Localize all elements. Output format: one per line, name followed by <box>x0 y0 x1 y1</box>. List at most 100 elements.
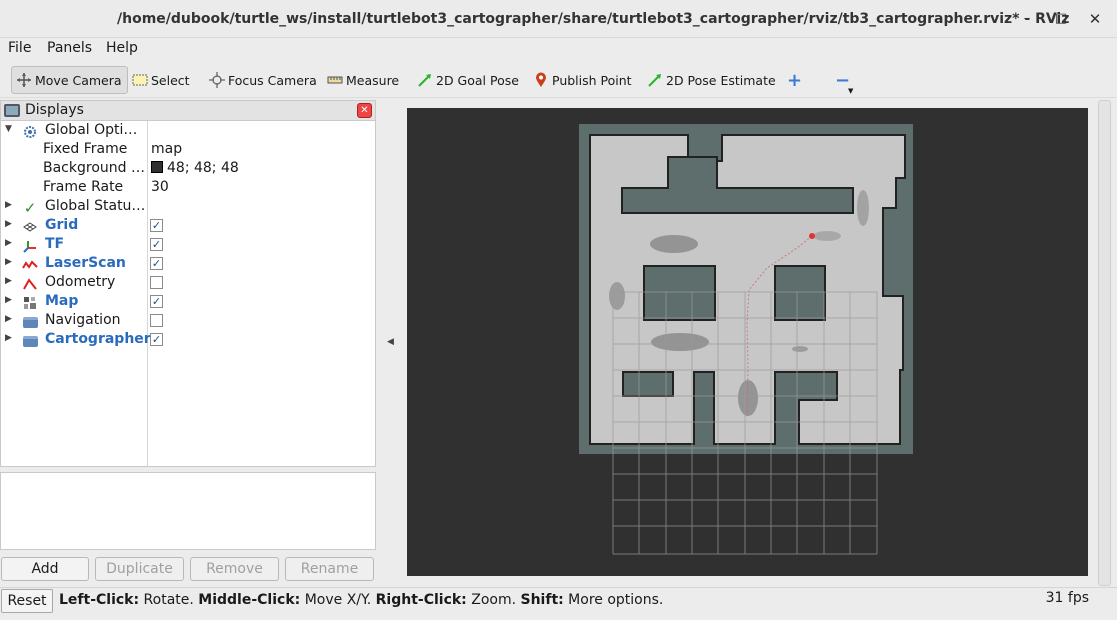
move-camera-label: Move Camera <box>35 72 122 88</box>
menu-help[interactable]: Help <box>106 40 138 56</box>
goal-pose-button[interactable]: 2D Goal Pose <box>417 66 519 94</box>
description-box <box>0 472 376 550</box>
tree-row-global-status[interactable]: ▶ ✓ Global Statu… <box>1 198 375 217</box>
publish-point-button[interactable]: Publish Point <box>533 66 632 94</box>
navigation-checkbox[interactable] <box>150 314 163 327</box>
map-pin-icon <box>533 72 549 88</box>
hint-key: Right-Click: <box>375 592 467 608</box>
monitor-icon <box>4 104 20 117</box>
expand-arrow-icon[interactable]: ▶ <box>5 200 12 210</box>
add-button[interactable]: Add <box>1 557 89 581</box>
laserscan-checkbox[interactable]: ✓ <box>150 257 163 270</box>
menu-file[interactable]: File <box>8 40 31 56</box>
toolbar: Move Camera Select Focus Camera Measure … <box>0 61 1117 98</box>
map-checkbox[interactable]: ✓ <box>150 295 163 308</box>
expand-arrow-icon[interactable]: ▶ <box>5 257 12 267</box>
hint-key: Shift: <box>520 592 564 608</box>
menu-bar: File Panels Help <box>0 38 1117 60</box>
hint-text: Rotate. <box>139 592 199 608</box>
hint-text: Move X/Y. <box>300 592 376 608</box>
measure-label: Measure <box>346 72 400 88</box>
tool-dropdown-icon[interactable]: ▼ <box>848 77 853 105</box>
select-button[interactable]: Select <box>132 66 190 94</box>
color-swatch[interactable] <box>151 161 163 173</box>
hint-key: Left-Click: <box>59 592 140 608</box>
odometry-icon <box>22 276 38 292</box>
odometry-checkbox[interactable] <box>150 276 163 289</box>
map-view <box>579 124 913 555</box>
measure-button[interactable]: Measure <box>327 66 399 94</box>
displays-title: Displays <box>25 102 84 118</box>
move-camera-button[interactable]: Move Camera <box>11 66 128 94</box>
close-panel-icon[interactable]: ✕ <box>357 103 372 118</box>
select-label: Select <box>151 72 190 88</box>
expand-arrow-icon[interactable]: ▶ <box>5 238 12 248</box>
collapse-arrow-icon[interactable]: ▼ <box>5 124 12 134</box>
maximize-icon[interactable]: □ <box>1052 10 1070 28</box>
grid-checkbox[interactable]: ✓ <box>150 219 163 232</box>
tree-row-label: Map <box>45 293 79 309</box>
tree-row-laserscan[interactable]: ▶ LaserScan ✓ <box>1 255 375 274</box>
gear-icon <box>22 124 38 140</box>
tf-checkbox[interactable]: ✓ <box>150 238 163 251</box>
close-icon[interactable]: ✕ <box>1086 10 1104 28</box>
render-viewport[interactable] <box>407 108 1088 576</box>
tree-row-map[interactable]: ▶ Map ✓ <box>1 293 375 312</box>
remove-button[interactable]: Remove <box>190 557 279 581</box>
mouse-hint: Left-Click: Rotate. Middle-Click: Move X… <box>59 592 663 608</box>
tree-row-label: Global Statu… <box>45 198 146 214</box>
green-arrow-icon <box>417 72 433 88</box>
laserscan-icon <box>22 257 38 273</box>
duplicate-button[interactable]: Duplicate <box>95 557 184 581</box>
tree-row-fixed-frame[interactable]: Fixed Frame map <box>1 141 375 160</box>
collapse-left-panel-icon[interactable]: ◀ <box>387 337 394 347</box>
pose-estimate-button[interactable]: 2D Pose Estimate <box>647 66 776 94</box>
window-title: /home/dubook/turtle_ws/install/turtlebot… <box>117 11 1070 27</box>
green-arrow-icon <box>647 72 663 88</box>
reset-button[interactable]: Reset <box>1 589 53 613</box>
expand-arrow-icon[interactable]: ▶ <box>5 333 12 343</box>
expand-arrow-icon[interactable]: ▶ <box>5 276 12 286</box>
rename-button[interactable]: Rename <box>285 557 374 581</box>
folder-icon <box>22 333 38 349</box>
expand-arrow-icon[interactable]: ▶ <box>5 219 12 229</box>
minimize-icon[interactable]: – <box>1018 10 1036 28</box>
tree-row-label: Odometry <box>45 274 116 290</box>
tree-row-global-options[interactable]: ▼ Global Opti… <box>1 122 375 141</box>
tree-row-navigation[interactable]: ▶ Navigation <box>1 312 375 331</box>
displays-panel-header: Displays ✕ <box>0 100 376 121</box>
tree-row-cartographer[interactable]: ▶ Cartographer ✓ <box>1 331 375 350</box>
move-camera-icon <box>16 72 32 88</box>
expand-arrow-icon[interactable]: ▶ <box>5 314 12 324</box>
tree-row-odometry[interactable]: ▶ Odometry <box>1 274 375 293</box>
status-bar: Reset Left-Click: Rotate. Middle-Click: … <box>0 587 1117 620</box>
add-tool-button[interactable]: + <box>787 66 802 94</box>
tf-icon <box>22 238 38 254</box>
menu-panels[interactable]: Panels <box>47 40 92 56</box>
expand-arrow-icon[interactable]: ▶ <box>5 295 12 305</box>
ruler-icon <box>327 72 343 88</box>
displays-tree: ▼ Global Opti… Fixed Frame map Backgroun… <box>0 121 376 467</box>
select-icon <box>132 72 148 88</box>
right-dock-bar[interactable] <box>1098 100 1111 586</box>
tree-row-label: TF <box>45 236 65 252</box>
publish-point-label: Publish Point <box>552 72 632 88</box>
tree-row-frame-rate[interactable]: Frame Rate 30 <box>1 179 375 198</box>
cartographer-checkbox[interactable]: ✓ <box>150 333 163 346</box>
fixed-frame-value[interactable]: map <box>151 141 182 157</box>
tree-row-label: Frame Rate <box>43 179 124 195</box>
focus-camera-button[interactable]: Focus Camera <box>209 66 317 94</box>
goal-pose-label: 2D Goal Pose <box>436 72 519 88</box>
tree-row-background-color[interactable]: Background … 48; 48; 48 <box>1 160 375 179</box>
tree-row-tf[interactable]: ▶ TF ✓ <box>1 236 375 255</box>
tree-row-label: Navigation <box>45 312 121 328</box>
tree-row-grid[interactable]: ▶ Grid ✓ <box>1 217 375 236</box>
tree-row-label: Global Opti… <box>45 122 138 138</box>
focus-camera-label: Focus Camera <box>228 72 317 88</box>
pose-estimate-label: 2D Pose Estimate <box>666 72 776 88</box>
grid-icon <box>22 219 38 235</box>
frame-rate-value[interactable]: 30 <box>151 179 169 195</box>
checkmark-icon: ✓ <box>23 199 37 217</box>
hint-text: More options. <box>563 592 664 608</box>
background-color-value[interactable]: 48; 48; 48 <box>151 160 239 176</box>
